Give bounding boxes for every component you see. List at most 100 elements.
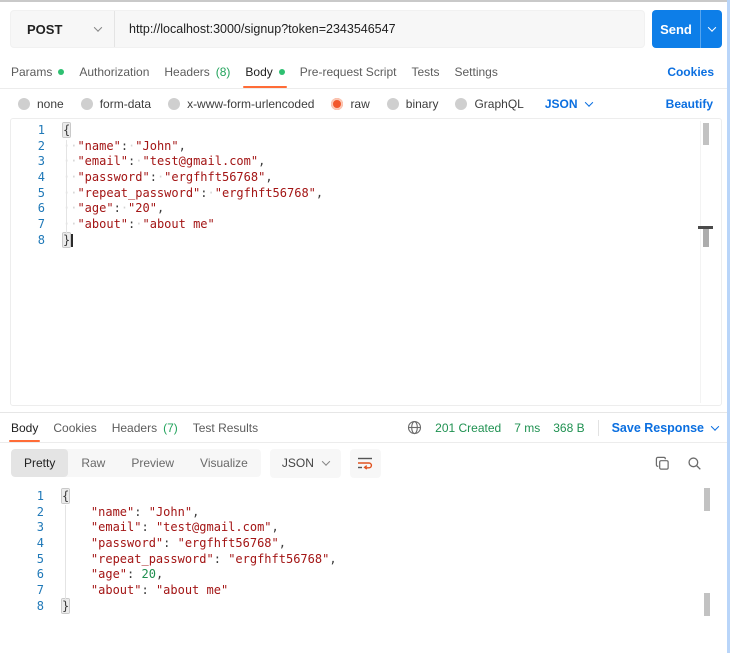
tab-label: Test Results bbox=[192, 420, 259, 435]
body-mode-x-www-form-urlencoded[interactable]: x-www-form-urlencoded bbox=[168, 97, 314, 111]
send-button-group: Send bbox=[652, 10, 722, 48]
window-top-border bbox=[0, 0, 730, 2]
body-mode-none[interactable]: none bbox=[18, 97, 64, 111]
line-number: 6 bbox=[37, 201, 45, 216]
code-line: 7 "about": "about me" bbox=[10, 583, 722, 599]
response-tab-test-results[interactable]: Test Results bbox=[193, 413, 258, 442]
body-language-select[interactable]: JSON bbox=[544, 96, 593, 111]
line-number: 2 bbox=[36, 504, 44, 519]
code-line: 8} bbox=[11, 232, 721, 249]
body-language-label: JSON bbox=[544, 96, 578, 111]
request-tab-tests[interactable]: Tests bbox=[411, 55, 439, 88]
url-box: POST http://localhost:3000/signup?token=… bbox=[10, 10, 645, 48]
indent-guide bbox=[66, 140, 67, 234]
tab-label: Authorization bbox=[79, 64, 150, 79]
green-dot-icon bbox=[58, 68, 65, 75]
text-cursor bbox=[71, 233, 74, 247]
chevron-down-icon bbox=[93, 23, 103, 32]
status-badge: 201 Created bbox=[435, 420, 502, 435]
mode-label: form-data bbox=[99, 96, 152, 111]
view-mode-raw[interactable]: Raw bbox=[68, 449, 118, 477]
request-tab-settings[interactable]: Settings bbox=[455, 55, 498, 88]
scrollbar-thumb[interactable] bbox=[703, 123, 709, 145]
cookies-link[interactable]: Cookies bbox=[667, 65, 714, 79]
response-language-select[interactable]: JSON bbox=[269, 448, 341, 478]
divider bbox=[597, 419, 599, 436]
line-number: 6 bbox=[36, 567, 44, 582]
response-size: 368 B bbox=[553, 420, 585, 435]
body-mode-raw[interactable]: raw bbox=[331, 96, 370, 111]
scrollbar-thumb[interactable] bbox=[704, 593, 710, 616]
radio-icon bbox=[455, 97, 468, 110]
line-number: 8 bbox=[37, 232, 45, 247]
code-line: 5 ··"repeat_password":·"ergfhft56768", bbox=[11, 186, 721, 202]
body-mode-form-data[interactable]: form-data bbox=[80, 96, 152, 111]
response-meta: 201 Created 7 ms 368 B Save Response bbox=[407, 413, 720, 442]
request-tabs: Params Authorization Headers (8) Body Pre-req… bbox=[0, 55, 730, 89]
beautify-link[interactable]: Beautify bbox=[666, 97, 713, 111]
body-mode-binary[interactable]: binary bbox=[386, 96, 439, 111]
tab-label: Headers bbox=[164, 64, 210, 79]
request-tab-body[interactable]: Body bbox=[243, 55, 288, 88]
response-view-row: Pretty Raw Preview Visualize JSON bbox=[0, 443, 730, 483]
mode-label: raw bbox=[350, 96, 370, 111]
tab-label: Settings bbox=[454, 64, 498, 79]
body-mode-row: none form-data x-www-form-urlencoded raw bin… bbox=[0, 89, 730, 118]
search-icon[interactable] bbox=[687, 456, 702, 471]
indent-guide bbox=[65, 505, 66, 600]
line-number: 3 bbox=[37, 154, 45, 169]
radio-icon bbox=[331, 97, 344, 110]
line-number: 5 bbox=[37, 185, 45, 200]
code-line: 5 "repeat_password": "ergfhft56768", bbox=[10, 552, 722, 568]
line-number: 4 bbox=[36, 536, 44, 551]
tab-label: Params bbox=[11, 64, 53, 79]
tab-label: Body bbox=[11, 420, 39, 435]
tab-count: (7) bbox=[163, 420, 178, 435]
line-number: 4 bbox=[37, 170, 45, 185]
code-line: 1{ bbox=[11, 123, 721, 139]
radio-icon bbox=[80, 97, 93, 110]
view-mode-pretty[interactable]: Pretty bbox=[11, 449, 69, 477]
send-options-button[interactable] bbox=[700, 10, 722, 48]
tab-label: Cookies bbox=[53, 420, 97, 435]
tab-label: Body bbox=[245, 64, 273, 79]
request-body-editor[interactable]: 1{2 ··"name":·"John", 3 ··"email":·"test@gm… bbox=[10, 118, 722, 406]
copy-icon[interactable] bbox=[655, 456, 670, 471]
code-line: 6 ··"age":·"20", bbox=[11, 201, 721, 217]
request-tab-params[interactable]: Params bbox=[11, 55, 65, 88]
tab-count: (8) bbox=[215, 64, 231, 79]
response-tab-cookies[interactable]: Cookies bbox=[53, 413, 96, 442]
code-line: 2 ··"name":·"John", bbox=[11, 139, 721, 155]
chevron-down-icon bbox=[710, 421, 720, 431]
response-body-editor[interactable]: 1{2 "name": "John", 3 "email": "test@gmai… bbox=[10, 485, 722, 625]
request-tab-headers[interactable]: Headers (8) bbox=[164, 55, 230, 88]
response-tab-headers[interactable]: Headers (7) bbox=[112, 413, 178, 442]
response-view-segmented: Pretty Raw Preview Visualize bbox=[11, 449, 261, 477]
network-globe-icon[interactable] bbox=[407, 420, 422, 435]
method-selector[interactable]: POST bbox=[11, 11, 115, 47]
url-input[interactable]: http://localhost:3000/signup?token=23435… bbox=[115, 22, 396, 36]
code-line: 2 "name": "John", bbox=[10, 505, 722, 521]
view-mode-preview[interactable]: Preview bbox=[118, 449, 187, 477]
save-response-button[interactable]: Save Response bbox=[612, 421, 720, 435]
request-tab-authorization[interactable]: Authorization bbox=[79, 55, 149, 88]
send-button[interactable]: Send bbox=[652, 10, 700, 48]
response-toolbar-icons bbox=[655, 456, 702, 471]
view-mode-visualize[interactable]: Visualize bbox=[187, 449, 261, 477]
scrollbar-thumb[interactable] bbox=[704, 488, 710, 511]
mode-label: GraphQL bbox=[474, 96, 524, 111]
response-tab-body[interactable]: Body bbox=[8, 413, 41, 442]
radio-icon bbox=[168, 97, 181, 110]
line-number: 2 bbox=[37, 138, 45, 153]
mode-label: x-www-form-urlencoded bbox=[187, 96, 315, 111]
line-number: 7 bbox=[36, 583, 44, 598]
body-mode-graphql[interactable]: GraphQL bbox=[455, 96, 524, 111]
wrap-lines-button[interactable] bbox=[349, 448, 381, 478]
code-line: 3 ··"email":·"test@gmail.com", bbox=[11, 154, 721, 170]
mode-label: binary bbox=[405, 96, 439, 111]
scrollbar-thumb[interactable] bbox=[703, 229, 709, 247]
code-line: 8} bbox=[10, 598, 722, 615]
method-label: POST bbox=[27, 21, 63, 37]
tab-label: Headers bbox=[111, 420, 158, 435]
request-tab-pre-request-script[interactable]: Pre-request Script bbox=[300, 55, 397, 88]
